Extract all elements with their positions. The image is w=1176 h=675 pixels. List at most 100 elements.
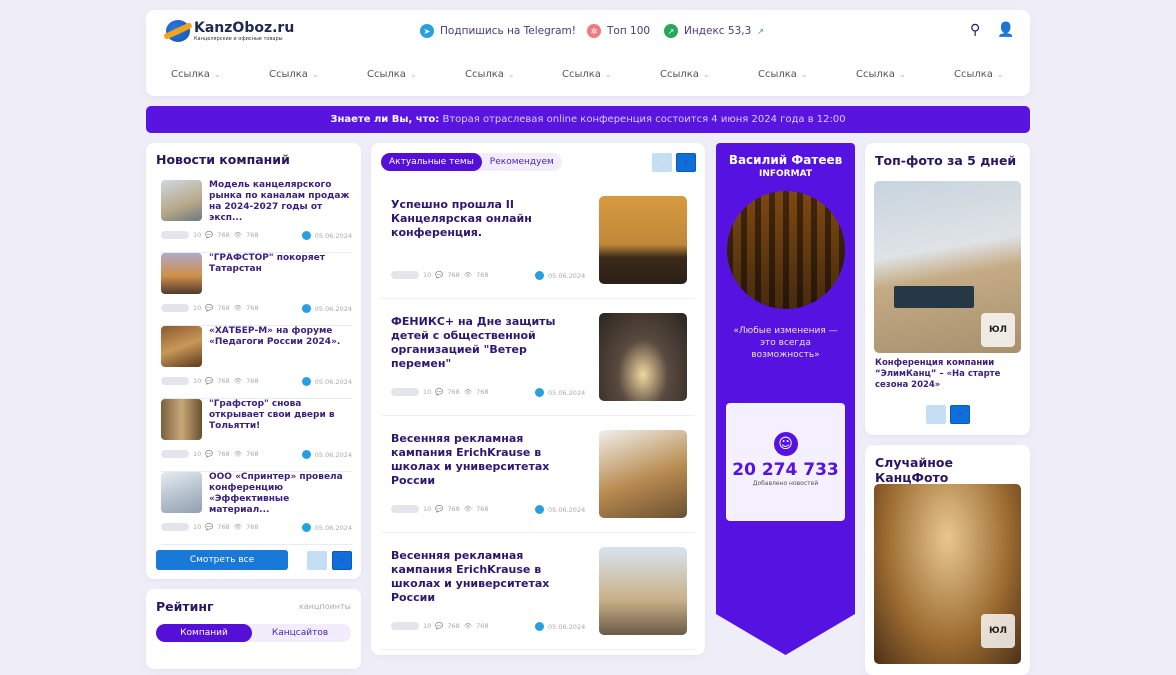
comments-count: 768 <box>447 505 460 513</box>
see-all-button[interactable]: Смотреть все <box>156 550 288 570</box>
likes-count: 10 <box>423 388 432 396</box>
random-photo-image[interactable]: ЮЛ <box>874 484 1021 664</box>
news-title[interactable]: ООО «Спринтер» провела конференцию «Эффе… <box>209 472 352 516</box>
topic-item[interactable]: Весенняя рекламная кампания ErichKrause … <box>381 416 695 533</box>
likes-icon[interactable] <box>161 523 189 531</box>
news-date-wrap: 05.06.2024 <box>301 377 352 386</box>
news-item[interactable]: «ХАТБЕР-М» на форуме «Педагоги России 20… <box>161 326 352 399</box>
likes-icon[interactable] <box>161 377 189 385</box>
topic-title[interactable]: Весенняя рекламная кампания ErichKrause … <box>391 432 566 488</box>
topic-item[interactable]: Весенняя рекламная кампания ErichKrause … <box>381 533 695 650</box>
eye-icon: 👁 <box>233 377 243 385</box>
next-arrow-button[interactable]: › <box>950 405 970 424</box>
topic-title[interactable]: ФЕНИКС+ на Дне защиты детей с общественн… <box>391 315 566 371</box>
news-title[interactable]: "Графстор" снова открывает свои двери в … <box>209 399 352 432</box>
telegram-icon[interactable] <box>301 304 311 313</box>
telegram-icon[interactable] <box>535 388 544 397</box>
comment-icon: 💬 <box>205 304 214 312</box>
nav-link[interactable]: Ссылка ⌄ <box>954 69 1004 80</box>
likes-icon[interactable] <box>391 622 419 630</box>
author-card[interactable]: Василий Фатеев INFORMAT «Любые изменения… <box>716 143 855 655</box>
telegram-icon[interactable] <box>301 450 311 459</box>
comment-icon: 💬 <box>435 388 444 396</box>
comment-icon: 💬 <box>205 523 214 531</box>
news-meta: 10 💬 768 👁 768 <box>161 450 258 458</box>
likes-icon[interactable] <box>391 505 419 513</box>
news-title[interactable]: "ГРАФСТОР" покоряет Татарстан <box>209 253 352 275</box>
news-item[interactable]: "Графстор" снова открывает свои двери в … <box>161 399 352 472</box>
topic-item[interactable]: ФЕНИКС+ на Дне защиты детей с общественн… <box>381 299 695 416</box>
telegram-icon[interactable] <box>535 622 544 631</box>
topic-item[interactable]: Успешно прошла II Канцелярская онлайн ко… <box>381 182 695 299</box>
likes-count: 10 <box>423 271 432 279</box>
nav-link[interactable]: Ссылка ⌄ <box>171 69 221 80</box>
telegram-icon: ➤ <box>420 24 434 38</box>
smile-icon: ☺ <box>773 432 798 456</box>
index-link[interactable]: ↗ Индекс 53,3 ↗ <box>664 24 764 38</box>
photo-caption[interactable]: Конференция компании “ЭлимКанц” – «На ст… <box>875 358 1015 391</box>
likes-icon[interactable] <box>161 450 189 458</box>
likes-icon[interactable] <box>161 231 189 239</box>
topic-image[interactable] <box>599 313 687 401</box>
company-news-card: Новости компаний Модель канцелярского ры… <box>146 143 361 579</box>
tab-companies[interactable]: Компаний <box>156 624 252 642</box>
news-title[interactable]: «ХАТБЕР-М» на форуме «Педагоги России 20… <box>209 326 352 348</box>
telegram-link[interactable]: ➤ Подпишись на Telegram! <box>420 24 576 38</box>
likes-count: 10 <box>193 304 202 312</box>
next-arrow-button[interactable]: › <box>332 551 352 570</box>
likes-count: 10 <box>423 505 432 513</box>
site-header: KanzOboz.ru Канцелярские и офисные товары… <box>146 10 1030 96</box>
tab-actual[interactable]: Актуальные темы <box>381 153 482 171</box>
section-title: Новости компаний <box>156 152 290 167</box>
prev-arrow-button[interactable]: ‹ <box>926 405 946 424</box>
search-icon[interactable]: ⚲ <box>970 22 980 38</box>
logo[interactable]: KanzOboz.ru Канцелярские и офисные товары <box>166 20 294 42</box>
nav-link[interactable]: Ссылка ⌄ <box>856 69 906 80</box>
likes-icon[interactable] <box>391 271 419 279</box>
prev-arrow-button[interactable]: ‹ <box>652 153 672 172</box>
next-arrow-button[interactable]: › <box>676 153 696 172</box>
tab-recommend[interactable]: Рекомендуем <box>482 153 562 171</box>
likes-icon[interactable] <box>161 304 189 312</box>
logo-icon <box>166 20 190 42</box>
news-counter: ☺ 20 274 733 Добавлено новостей <box>726 403 845 521</box>
telegram-icon[interactable] <box>535 505 544 514</box>
news-item[interactable]: Модель канцелярского рынка по каналам пр… <box>161 180 352 253</box>
prev-arrow-button[interactable]: ‹ <box>307 551 327 570</box>
topic-title[interactable]: Успешно прошла II Канцелярская онлайн ко… <box>391 198 566 240</box>
topic-date-wrap: 05.06.2024 <box>535 505 585 514</box>
top100-link[interactable]: ✲ Топ 100 <box>587 24 650 38</box>
nav-link[interactable]: Ссылка ⌄ <box>269 69 319 80</box>
topic-title[interactable]: Весенняя рекламная кампания ErichKrause … <box>391 549 566 605</box>
news-item[interactable]: "ГРАФСТОР" покоряет Татарстан 10 💬 768 👁 768… <box>161 253 352 326</box>
info-banner[interactable]: Знаете ли Вы, что: Вторая отраслевая onl… <box>146 106 1030 133</box>
top-photo-image[interactable]: ЮЛ <box>874 181 1021 353</box>
nav-link[interactable]: Ссылка ⌄ <box>562 69 612 80</box>
telegram-icon[interactable] <box>301 377 311 386</box>
comment-icon: 💬 <box>205 377 214 385</box>
user-icon[interactable]: 👤 <box>997 22 1014 38</box>
news-date: 05.06.2024 <box>314 377 352 386</box>
telegram-icon[interactable] <box>535 271 544 280</box>
nav-link[interactable]: Ссылка ⌄ <box>465 69 515 80</box>
logo-badge-icon: ЮЛ <box>981 614 1015 648</box>
likes-icon[interactable] <box>391 388 419 396</box>
notebook-shape <box>894 286 974 308</box>
author-company: INFORMAT <box>759 169 812 179</box>
nav-link[interactable]: Ссылка ⌄ <box>660 69 710 80</box>
telegram-icon[interactable] <box>301 231 311 240</box>
comments-count: 768 <box>217 377 230 385</box>
news-title[interactable]: Модель канцелярского рынка по каналам пр… <box>209 180 352 224</box>
topic-image[interactable] <box>599 196 687 284</box>
topic-image[interactable] <box>599 547 687 635</box>
top-photo-card: Топ-фото за 5 дней ЮЛ Конференция компан… <box>865 143 1030 435</box>
section-title: Рейтинг <box>156 599 214 614</box>
telegram-icon[interactable] <box>301 523 311 532</box>
tab-sites[interactable]: Канцсайтов <box>252 624 348 642</box>
news-item[interactable]: ООО «Спринтер» провела конференцию «Эффе… <box>161 472 352 545</box>
nav-link[interactable]: Ссылка ⌄ <box>758 69 808 80</box>
news-meta: 10 💬 768 👁 768 <box>161 523 258 531</box>
topic-tabs: Актуальные темы Рекомендуем <box>381 153 562 171</box>
nav-link[interactable]: Ссылка ⌄ <box>367 69 417 80</box>
topic-image[interactable] <box>599 430 687 518</box>
